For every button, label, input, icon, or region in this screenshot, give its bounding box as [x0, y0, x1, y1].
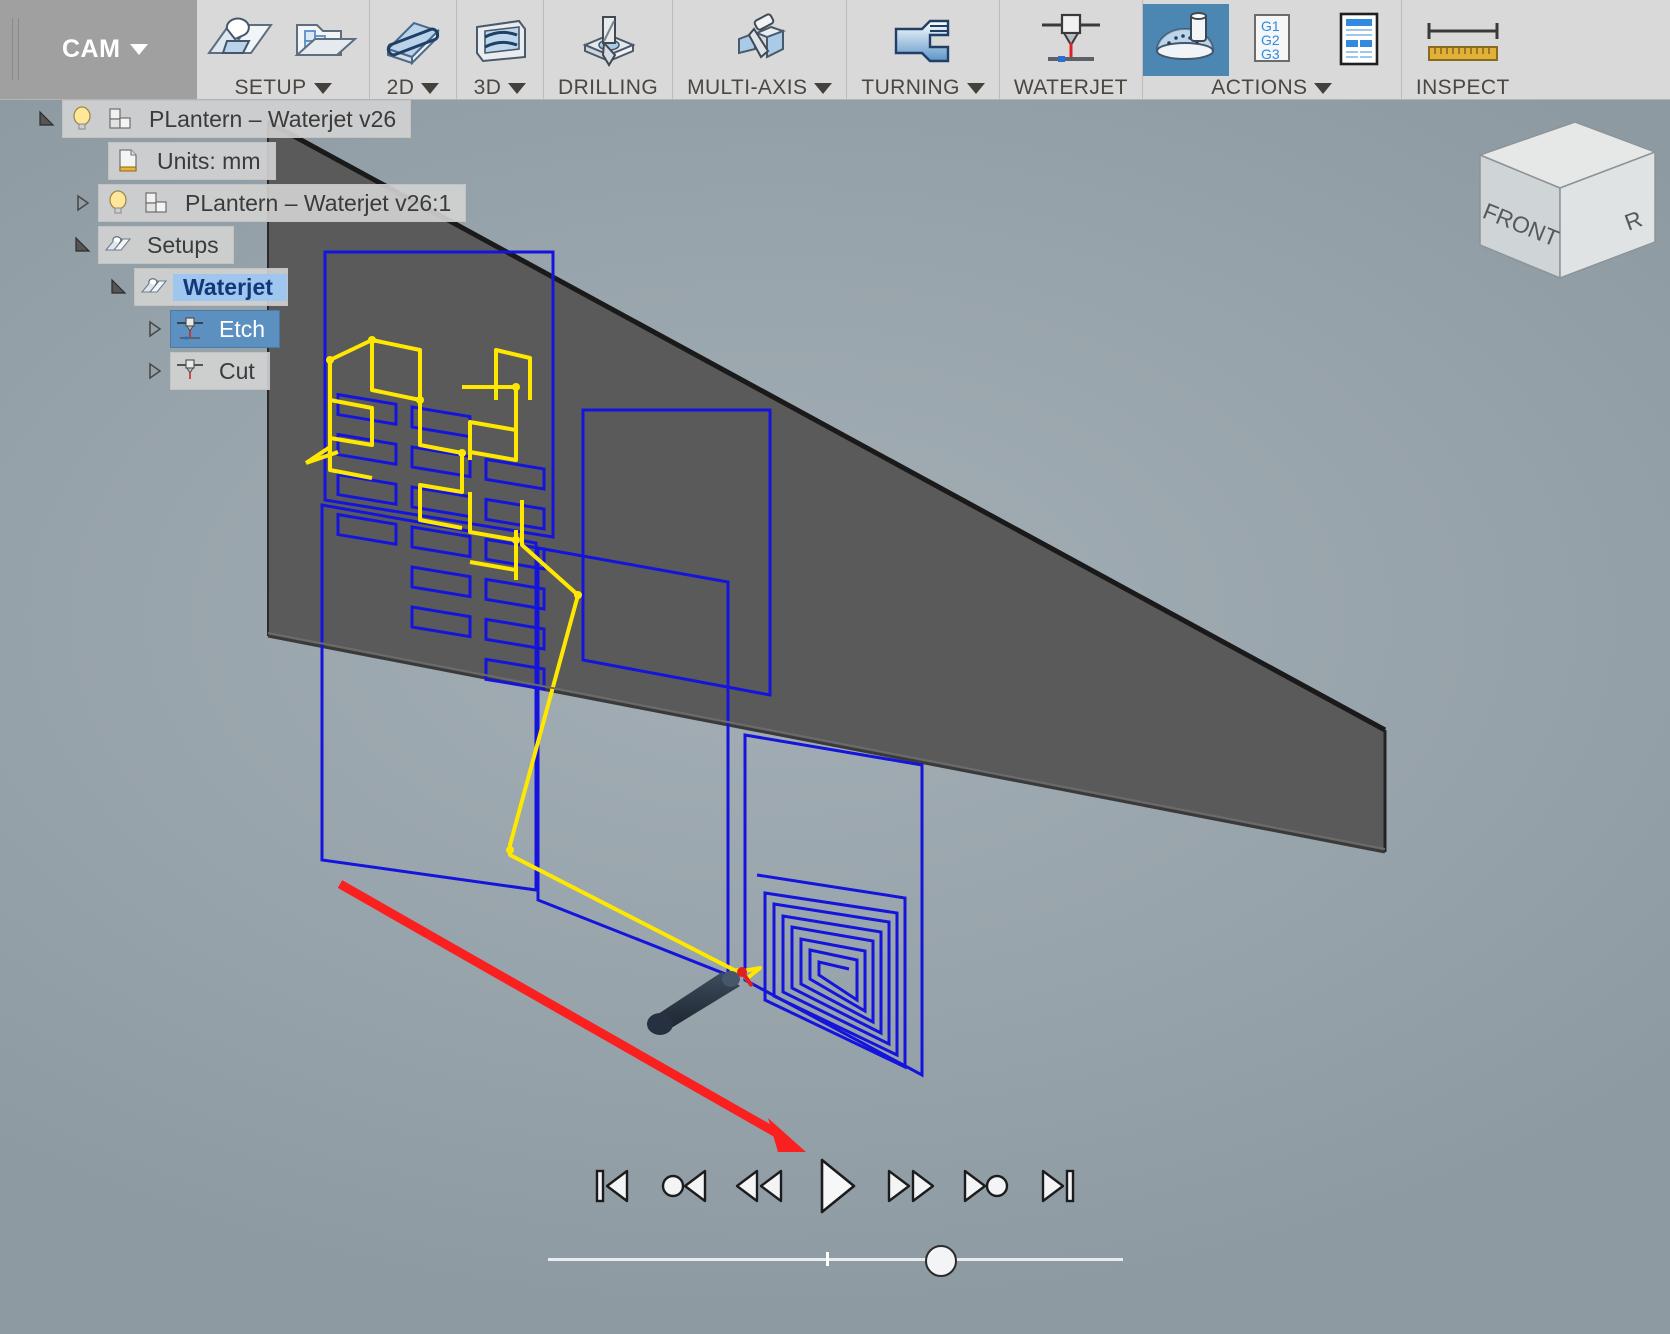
lightbulb-icon[interactable] — [63, 100, 101, 138]
multi-axis-icon[interactable] — [717, 4, 803, 76]
chevron-down-icon[interactable] — [508, 82, 527, 94]
tree-item-label[interactable]: PLantern – Waterjet v26:1 — [175, 190, 465, 217]
panel-label-actions[interactable]: ACTIONS — [1143, 76, 1401, 100]
play-button[interactable] — [804, 1156, 866, 1216]
chevron-down-icon[interactable] — [966, 82, 985, 94]
drilling-icon[interactable] — [565, 4, 651, 76]
workspace-label: CAM — [62, 35, 121, 63]
simulate-icon[interactable] — [1142, 4, 1229, 76]
ribbon-panel-actions[interactable]: G1 G2 G3 ACTIONS — [1141, 0, 1401, 100]
ribbon-panel-waterjet[interactable]: WATERJET — [998, 0, 1142, 100]
new-folder-icon[interactable] — [283, 4, 369, 76]
setup-folder-icon — [135, 268, 173, 306]
ribbon-panel-2d[interactable]: 2D — [369, 0, 456, 99]
ribbon-panel-setup[interactable]: SETUP — [197, 0, 369, 99]
waterjet-op-icon — [171, 352, 209, 390]
tree-item-label[interactable]: Cut — [209, 358, 269, 385]
skip-to-end-button[interactable] — [1029, 1156, 1085, 1216]
chevron-down-icon[interactable] — [130, 44, 149, 55]
tree-row-waterjet-setup[interactable]: Waterjet — [0, 268, 520, 306]
2d-milling-icon[interactable] — [370, 4, 456, 76]
ribbon-panel-inspect[interactable]: INSPECT — [1400, 0, 1524, 100]
simulation-playback-bar[interactable] — [0, 1134, 1670, 1334]
lightbulb-icon[interactable] — [99, 184, 137, 222]
chevron-down-icon[interactable] — [1314, 82, 1333, 94]
tree-row-etch-operation[interactable]: Etch — [0, 310, 520, 348]
view-cube[interactable]: FRONT R — [1450, 110, 1660, 300]
tree-item-label[interactable]: Setups — [137, 232, 233, 259]
panel-label-3d[interactable]: 3D — [457, 76, 543, 100]
timeline-track[interactable] — [548, 1258, 1123, 1261]
waterjet-icon[interactable] — [1028, 4, 1114, 76]
ribbon-panel-3d[interactable]: 3D — [456, 0, 543, 99]
rewind-button[interactable] — [731, 1156, 787, 1216]
drag-grip-icon[interactable] — [12, 18, 24, 80]
disclosure-expanded-icon[interactable] — [32, 100, 62, 138]
3d-milling-icon[interactable] — [457, 4, 543, 76]
tree-item-label[interactable]: Etch — [209, 315, 280, 343]
panel-label-waterjet[interactable]: WATERJET — [1000, 76, 1142, 100]
measure-icon[interactable] — [1403, 4, 1523, 76]
panel-label-inspect[interactable]: INSPECT — [1402, 76, 1524, 100]
disclosure-expanded-icon[interactable] — [104, 268, 134, 306]
workspace-switcher[interactable]: CAM — [0, 0, 197, 99]
cam-ribbon-toolbar[interactable]: CAM SETUP 2D 3D DRILLING MULTI-AXIS TURN… — [0, 0, 1670, 100]
panel-label-2d[interactable]: 2D — [370, 76, 456, 100]
timeline-knob[interactable] — [925, 1245, 957, 1277]
chevron-down-icon[interactable] — [814, 82, 833, 94]
step-backward-button[interactable] — [658, 1156, 714, 1216]
spiral-toolpath — [756, 873, 907, 1070]
disclosure-expanded-icon[interactable] — [68, 226, 98, 264]
panel-label-drilling[interactable]: DRILLING — [544, 76, 672, 100]
turning-icon[interactable] — [880, 4, 966, 76]
waterjet-tool-head — [647, 967, 754, 1035]
panel-label-setup[interactable]: SETUP — [197, 76, 369, 100]
post-process-icon[interactable]: G1 G2 G3 — [1229, 4, 1315, 76]
skip-to-start-button[interactable] — [585, 1156, 641, 1216]
document-units-icon — [109, 142, 147, 180]
tree-item-label[interactable]: Waterjet — [173, 273, 287, 301]
tree-row[interactable]: Units: mm — [0, 142, 520, 180]
tree-row[interactable]: PLantern – Waterjet v26:1 — [0, 184, 520, 222]
new-setup-icon[interactable] — [197, 4, 283, 76]
panel-label-turning[interactable]: TURNING — [847, 76, 998, 100]
tree-row[interactable]: PLantern – Waterjet v26 — [0, 100, 520, 138]
ribbon-panel-turning[interactable]: TURNING — [846, 0, 998, 99]
setup-folder-icon — [99, 226, 137, 264]
gcode-line-3: G3 — [1261, 46, 1280, 62]
browser-tree[interactable]: PLantern – Waterjet v26 Units: mm PLante… — [0, 100, 520, 394]
chevron-down-icon[interactable] — [313, 82, 332, 94]
tree-row-cut-operation[interactable]: Cut — [0, 352, 520, 390]
waterjet-op-icon — [171, 310, 209, 348]
ribbon-panel-drilling[interactable]: DRILLING — [543, 0, 672, 99]
view-cube-body[interactable]: FRONT R — [1477, 121, 1658, 280]
setup-sheet-icon[interactable] — [1315, 4, 1401, 76]
tree-item-label[interactable]: Units: mm — [147, 148, 275, 175]
timeline-marker — [826, 1252, 829, 1266]
ribbon-panel-multi-axis[interactable]: MULTI-AXIS — [672, 0, 846, 99]
panel-label-multi-axis[interactable]: MULTI-AXIS — [673, 76, 846, 100]
component-icon — [101, 100, 139, 138]
step-forward-button[interactable] — [956, 1156, 1012, 1216]
disclosure-collapsed-icon[interactable] — [68, 184, 98, 222]
simulation-timeline-slider[interactable] — [548, 1244, 1123, 1277]
disclosure-collapsed-icon[interactable] — [140, 310, 170, 348]
disclosure-collapsed-icon[interactable] — [140, 352, 170, 390]
chevron-down-icon[interactable] — [421, 82, 440, 94]
component-icon — [137, 184, 175, 222]
fast-forward-button[interactable] — [883, 1156, 939, 1216]
tree-row[interactable]: Setups — [0, 226, 520, 264]
tree-item-label[interactable]: PLantern – Waterjet v26 — [139, 106, 410, 133]
